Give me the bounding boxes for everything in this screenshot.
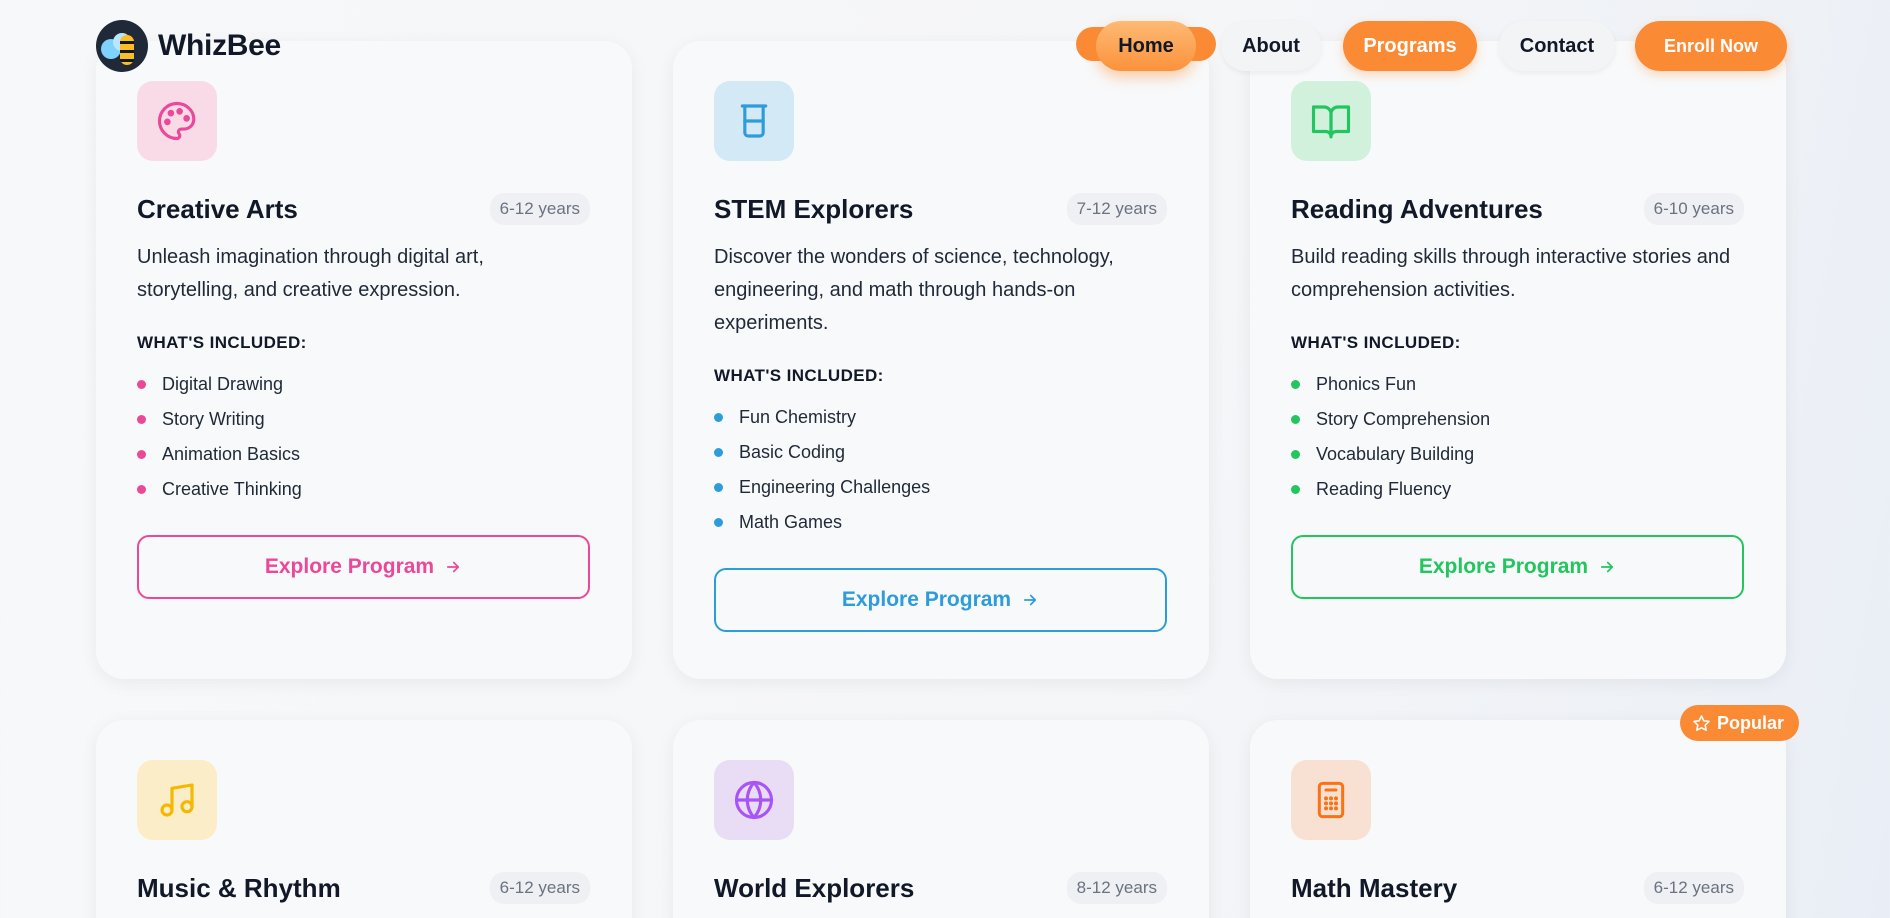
star-icon	[1693, 714, 1710, 731]
popular-label: Popular	[1717, 712, 1785, 733]
age-badge: 6-10 years	[1643, 193, 1744, 225]
bullet-dot	[1291, 380, 1300, 389]
calculator-icon	[1291, 760, 1371, 840]
feature-item: Engineering Challenges	[714, 470, 1167, 505]
bullet-dot	[1291, 415, 1300, 424]
top-nav: WhizBee Home About Programs Contact Enro…	[0, 0, 1890, 92]
program-card-reading-adventures: Reading Adventures 6-10 years Build read…	[1250, 41, 1786, 679]
bullet-dot	[714, 483, 723, 492]
bullet-dot	[714, 448, 723, 457]
popular-badge: Popular	[1680, 705, 1800, 741]
feature-item: Math Games	[714, 505, 1167, 540]
included-heading: WHAT'S INCLUDED:	[714, 366, 884, 385]
explore-program-button[interactable]: Explore Program	[137, 535, 590, 599]
feature-item: Story Comprehension	[1291, 402, 1744, 437]
bee-logo-icon	[96, 20, 148, 72]
bullet-dot	[1291, 450, 1300, 459]
globe-icon	[714, 760, 794, 840]
feature-item: Creative Thinking	[137, 472, 590, 507]
feature-label: Fun Chemistry	[739, 407, 857, 427]
beaker-icon	[714, 81, 794, 161]
arrow-right-icon	[447, 561, 460, 573]
program-description: Build reading skills through interactive…	[1291, 246, 1731, 301]
feature-label: Story Comprehension	[1316, 409, 1491, 429]
bullet-dot	[137, 450, 146, 459]
feature-item: Reading Fluency	[1291, 472, 1744, 507]
enroll-now-button[interactable]: Enroll Now	[1635, 21, 1787, 71]
feature-label: Digital Drawing	[162, 374, 284, 394]
program-card-music-rhythm: Music & Rhythm 6-12 years	[96, 720, 632, 918]
program-title: World Explorers	[714, 872, 915, 903]
feature-label: Story Writing	[162, 409, 265, 429]
program-title: Reading Adventures	[1291, 193, 1543, 224]
arrow-right-icon	[1024, 594, 1037, 606]
bullet-dot	[714, 518, 723, 527]
feature-list: Digital Drawing Story Writing Animation …	[137, 367, 590, 507]
feature-list: Phonics Fun Story Comprehension Vocabula…	[1291, 367, 1744, 507]
feature-label: Basic Coding	[739, 442, 846, 462]
program-card-world-explorers: World Explorers 8-12 years	[673, 720, 1209, 918]
nav-programs-link[interactable]: Programs	[1343, 21, 1477, 71]
program-description: Discover the wonders of science, technol…	[714, 246, 1114, 334]
feature-item: Phonics Fun	[1291, 367, 1744, 402]
feature-item: Animation Basics	[137, 437, 590, 472]
explore-label: Explore Program	[841, 588, 1012, 611]
feature-item: Basic Coding	[714, 435, 1167, 470]
bullet-dot	[137, 415, 146, 424]
age-badge: 7-12 years	[1066, 193, 1167, 225]
bullet-dot	[137, 485, 146, 494]
program-title: STEM Explorers	[714, 193, 914, 224]
explore-label: Explore Program	[1418, 555, 1589, 578]
nav-home-link[interactable]: Home	[1076, 21, 1216, 71]
feature-label: Reading Fluency	[1316, 479, 1452, 499]
feature-label: Engineering Challenges	[739, 477, 931, 497]
nav-about-link[interactable]: About	[1221, 21, 1321, 71]
program-card-creative-arts: Creative Arts 6-12 years Unleash imagina…	[96, 41, 632, 679]
bullet-dot	[1291, 485, 1300, 494]
feature-item: Story Writing	[137, 402, 590, 437]
explore-label: Explore Program	[264, 555, 435, 578]
bullet-dot	[137, 380, 146, 389]
feature-label: Vocabulary Building	[1316, 444, 1475, 464]
feature-label: Phonics Fun	[1316, 374, 1417, 394]
music-note-icon	[137, 760, 217, 840]
included-heading: WHAT'S INCLUDED:	[1291, 333, 1461, 352]
explore-program-button[interactable]: Explore Program	[1291, 535, 1744, 599]
nav-contact-link[interactable]: Contact	[1499, 21, 1615, 71]
book-open-icon	[1291, 81, 1371, 161]
program-title: Music & Rhythm	[137, 872, 341, 903]
feature-item: Fun Chemistry	[714, 400, 1167, 435]
program-card-math-mastery: Math Mastery 6-12 years	[1250, 720, 1786, 918]
nav-links: Home About Programs Contact Enroll Now	[1076, 21, 1787, 71]
program-description: Unleash imagination through digital art,…	[137, 246, 484, 301]
age-badge: 6-12 years	[489, 872, 590, 904]
feature-label: Creative Thinking	[162, 479, 302, 499]
arrow-right-icon	[1601, 561, 1614, 573]
age-badge: 6-12 years	[1643, 872, 1744, 904]
bullet-dot	[714, 413, 723, 422]
age-badge: 6-12 years	[489, 193, 590, 225]
program-title: Creative Arts	[137, 193, 298, 224]
feature-label: Animation Basics	[162, 444, 301, 464]
palette-icon	[137, 81, 217, 161]
program-card-stem-explorers: STEM Explorers 7-12 years Discover the w…	[673, 41, 1209, 679]
feature-item: Vocabulary Building	[1291, 437, 1744, 472]
feature-label: Math Games	[739, 512, 843, 532]
included-heading: WHAT'S INCLUDED:	[137, 333, 307, 352]
brand-name: WhizBee	[158, 29, 281, 62]
feature-item: Digital Drawing	[137, 367, 590, 402]
brand-logo[interactable]: WhizBee	[96, 20, 281, 72]
explore-program-button[interactable]: Explore Program	[714, 568, 1167, 632]
feature-list: Fun Chemistry Basic Coding Engineering C…	[714, 400, 1167, 540]
age-badge: 8-12 years	[1066, 872, 1167, 904]
program-title: Math Mastery	[1291, 872, 1458, 903]
